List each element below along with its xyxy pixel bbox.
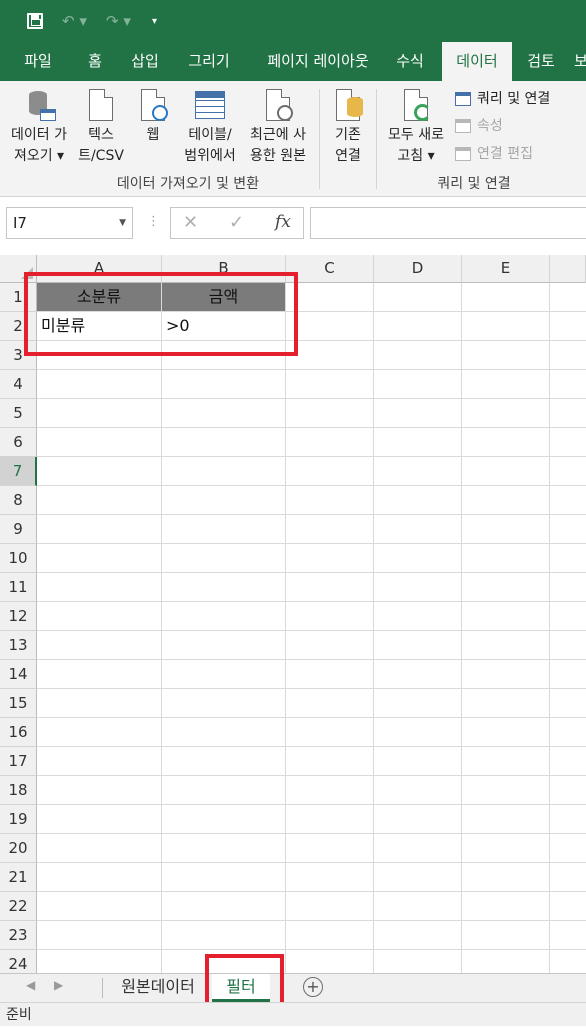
from-web-button[interactable]: 웹 — [132, 87, 174, 146]
row-header-10[interactable]: 10 — [0, 544, 37, 573]
row-header-17[interactable]: 17 — [0, 747, 37, 776]
grid-line — [285, 283, 286, 973]
recent-sources-icon — [263, 87, 293, 123]
formula-input[interactable] — [310, 207, 586, 239]
row-header-9[interactable]: 9 — [0, 515, 37, 544]
cell-grid[interactable] — [37, 283, 586, 973]
row-header-14[interactable]: 14 — [0, 660, 37, 689]
tab-data[interactable]: 데이터 — [442, 42, 512, 81]
scroll-right-icon[interactable]: ▶ — [54, 978, 63, 992]
row-header-12[interactable]: 12 — [0, 602, 37, 631]
row-header-20[interactable]: 20 — [0, 834, 37, 863]
status-bar: 준비 — [0, 1002, 586, 1026]
row-header-6[interactable]: 6 — [0, 428, 37, 457]
tab-divider — [102, 978, 103, 998]
enter-icon[interactable]: ✓ — [229, 212, 244, 233]
web-icon — [138, 87, 168, 123]
get-data-button[interactable]: 데이터 가 져오기 ▾ — [4, 87, 74, 167]
formula-bar-grip-icon: ⋮ — [147, 214, 160, 229]
tab-insert[interactable]: 삽입 — [122, 42, 168, 81]
redo-icon[interactable]: ↷ ▾ — [106, 10, 131, 32]
tab-view[interactable]: 보 — [574, 42, 586, 81]
row-header-5[interactable]: 5 — [0, 399, 37, 428]
refresh-icon — [401, 87, 431, 123]
tab-draw[interactable]: 그리기 — [178, 42, 240, 81]
group-label-queries-connections: 쿼리 및 연결 — [437, 176, 511, 192]
active-sheet-highlight-box — [205, 954, 284, 1009]
grid-line — [161, 283, 162, 973]
refresh-all-button[interactable]: 모두 새로 고침 ▾ — [380, 87, 452, 167]
group-label-get-transform: 데이터 가져오기 및 변환 — [116, 176, 260, 192]
properties-button[interactable]: 속성 — [455, 114, 503, 138]
row-header-11[interactable]: 11 — [0, 573, 37, 602]
ribbon-separator — [319, 89, 320, 189]
customize-qat-icon[interactable]: ▾ — [152, 10, 157, 32]
row-header-7[interactable]: 7 — [0, 457, 37, 486]
edit-links-icon — [455, 147, 471, 161]
row-header-13[interactable]: 13 — [0, 631, 37, 660]
from-text-csv-button[interactable]: 텍스 트/CSV — [74, 87, 128, 167]
row-header-22[interactable]: 22 — [0, 892, 37, 921]
insert-function-icon[interactable]: fx — [275, 212, 291, 232]
formula-bar: I7 ▼ ⋮ ✕ ✓ fx — [0, 197, 586, 255]
recent-sources-button[interactable]: 최근에 사 용한 원본 — [242, 87, 314, 167]
tab-page-layout[interactable]: 페이지 레이아웃 — [252, 42, 384, 81]
database-icon — [24, 87, 56, 123]
from-table-range-button[interactable]: 테이블/ 범위에서 — [178, 87, 242, 167]
existing-connections-icon — [333, 87, 363, 123]
sheet-tab-bar: ◀ ▶ 원본데이터 필터 + — [0, 973, 586, 1002]
cancel-icon[interactable]: ✕ — [183, 212, 198, 233]
properties-icon — [455, 119, 471, 133]
chevron-down-icon[interactable]: ▼ — [119, 208, 126, 238]
queries-connections-icon — [455, 92, 471, 106]
undo-icon[interactable]: ↶ ▾ — [62, 10, 87, 32]
row-header-16[interactable]: 16 — [0, 718, 37, 747]
row-header-15[interactable]: 15 — [0, 689, 37, 718]
row-header-18[interactable]: 18 — [0, 776, 37, 805]
row-header-23[interactable]: 23 — [0, 921, 37, 950]
row-header-8[interactable]: 8 — [0, 486, 37, 515]
title-bar: ↶ ▾ ↷ ▾ ▾ — [0, 0, 586, 42]
grid-line — [373, 283, 374, 973]
existing-connections-button[interactable]: 기존 연결 — [324, 87, 372, 167]
tab-file[interactable]: 파일 — [10, 42, 66, 81]
row-header-4[interactable]: 4 — [0, 370, 37, 399]
save-icon[interactable] — [24, 10, 46, 32]
row-header-19[interactable]: 19 — [0, 805, 37, 834]
table-icon — [195, 87, 225, 123]
text-file-icon — [86, 87, 116, 123]
ribbon-separator — [376, 89, 377, 189]
ribbon-tabs: 파일 홈 삽입 그리기 페이지 레이아웃 수식 데이터 검토 보 — [0, 42, 586, 81]
tab-formulas[interactable]: 수식 — [388, 42, 432, 81]
column-header-e[interactable]: E — [462, 255, 550, 283]
column-header-c[interactable]: C — [286, 255, 374, 283]
grid-line — [461, 283, 462, 973]
column-header-f[interactable] — [550, 255, 586, 283]
sheet-tab-source-data[interactable]: 원본데이터 — [108, 974, 208, 1002]
queries-connections-button[interactable]: 쿼리 및 연결 — [455, 87, 550, 111]
grid-line — [549, 283, 550, 973]
status-text: 준비 — [6, 1007, 32, 1023]
edit-links-button[interactable]: 연결 편집 — [455, 142, 533, 166]
criteria-highlight-box — [24, 272, 298, 356]
ribbon: 데이터 가 져오기 ▾ 텍스 트/CSV 웹 테이블/ 범위에서 최근에 사 용… — [0, 81, 586, 197]
formula-buttons: ✕ ✓ fx — [170, 207, 304, 239]
scroll-left-icon[interactable]: ◀ — [26, 978, 35, 992]
row-header-21[interactable]: 21 — [0, 863, 37, 892]
tab-review[interactable]: 검토 — [518, 42, 564, 81]
name-box[interactable]: I7 ▼ — [6, 207, 133, 239]
add-sheet-icon[interactable]: + — [303, 977, 323, 997]
column-header-d[interactable]: D — [374, 255, 462, 283]
tab-home[interactable]: 홈 — [74, 42, 116, 81]
